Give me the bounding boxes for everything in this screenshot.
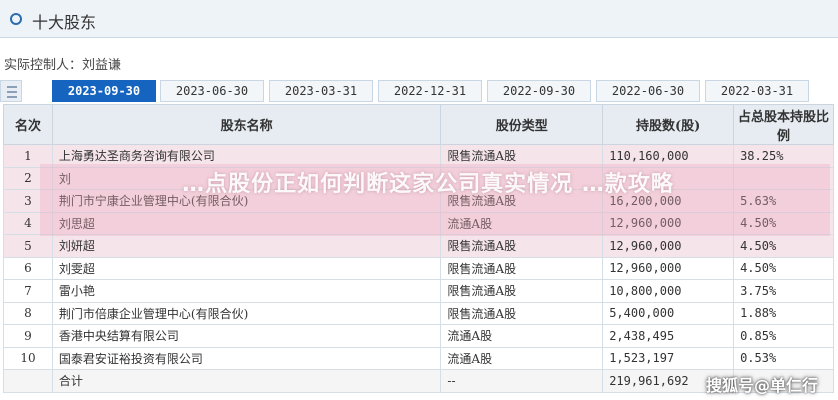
holder-name-cell: 国泰君安证裕投资有限公司 [51,346,442,370]
date-tabs: 2023-09-30 2023-06-30 2023-03-31 2022-12… [0,80,838,102]
table-row: 8 荆门市倍康企业管理中心(有限合伙) 限售流通A股 5,400,000 1.8… [3,301,834,325]
rank-cell: 5 [3,234,53,258]
shares-cell: 2,438,495 [602,324,735,348]
rank-cell [3,369,53,393]
holder-name-cell: 刘雯超 [51,256,442,280]
share-type-cell: 流通A股 [440,324,604,348]
section-title: 十大股东 [32,13,97,32]
percentage-cell: 0.53% [733,346,834,370]
percentage-cell: 4.50% [733,256,834,280]
tab-2023-06-30[interactable]: 2023-06-30 [160,80,264,102]
table-header-row: 名次 股东名称 股份类型 持股数(股) 占总股本持股比例 [3,104,834,145]
shares-cell: 12,960,000 [602,234,735,258]
section-header: 十大股东 [0,0,838,38]
col-percentage: 占总股本持股比例 [733,104,834,145]
col-holder-name: 股东名称 [51,104,442,145]
shares-cell: 5,400,000 [602,301,735,325]
share-type-cell: 限售流通A股 [440,279,604,303]
percentage-cell: 4.50% [733,234,834,258]
table-row: 9 香港中央结算有限公司 流通A股 2,438,495 0.85% [3,324,834,348]
circle-bullet-icon [10,13,22,25]
shares-cell: 12,960,000 [602,256,735,280]
table-row: 5 刘妍超 限售流通A股 12,960,000 4.50% [3,234,834,258]
rank-cell: 9 [3,324,53,348]
percentage-cell: 0.85% [733,324,834,348]
tab-2022-03-31[interactable]: 2022-03-31 [705,80,809,102]
tab-2023-03-31[interactable]: 2023-03-31 [269,80,373,102]
holder-name-cell: 刘妍超 [51,234,442,258]
rank-cell: 10 [3,346,53,370]
total-label: 合计 [51,369,442,393]
tab-2022-12-31[interactable]: 2022-12-31 [378,80,482,102]
shares-cell: 10,800,000 [602,279,735,303]
tab-2022-09-30[interactable]: 2022-09-30 [487,80,591,102]
share-type-cell: 限售流通A股 [440,234,604,258]
table-row: 10 国泰君安证裕投资有限公司 流通A股 1,523,197 0.53% [3,346,834,370]
tab-2023-09-30[interactable]: 2023-09-30 [52,80,156,102]
tab-2022-06-30[interactable]: 2022-06-30 [596,80,700,102]
overlay-headline-text: …点股份正如何判断这家公司真实情况 …款攻略 [182,172,674,197]
share-type-cell: 限售流通A股 [440,256,604,280]
total-type: -- [440,369,604,393]
list-view-icon[interactable] [0,80,22,102]
rank-cell: 6 [3,256,53,280]
shares-cell: 1,523,197 [602,346,735,370]
table-row: 6 刘雯超 限售流通A股 12,960,000 4.50% [3,256,834,280]
percentage-cell: 1.88% [733,301,834,325]
watermark: 搜狐号@单仁行 [705,376,818,395]
col-shares: 持股数(股) [602,104,735,145]
share-type-cell: 流通A股 [440,346,604,370]
col-share-type: 股份类型 [440,104,604,145]
holder-name-cell: 雷小艳 [51,279,442,303]
percentage-cell: 3.75% [733,279,834,303]
holder-name-cell: 荆门市倍康企业管理中心(有限合伙) [51,301,442,325]
rank-cell: 8 [3,301,53,325]
col-rank: 名次 [3,104,53,145]
holder-name-cell: 香港中央结算有限公司 [51,324,442,348]
share-type-cell: 限售流通A股 [440,301,604,325]
top-ten-holders-table: 名次 股东名称 股份类型 持股数(股) 占总股本持股比例 1 上海勇达圣商务咨询… [3,104,834,393]
rank-cell: 7 [3,279,53,303]
actual-controller-text: 实际控制人：刘益谦 [4,58,122,73]
table-row: 7 雷小艳 限售流通A股 10,800,000 3.75% [3,279,834,303]
